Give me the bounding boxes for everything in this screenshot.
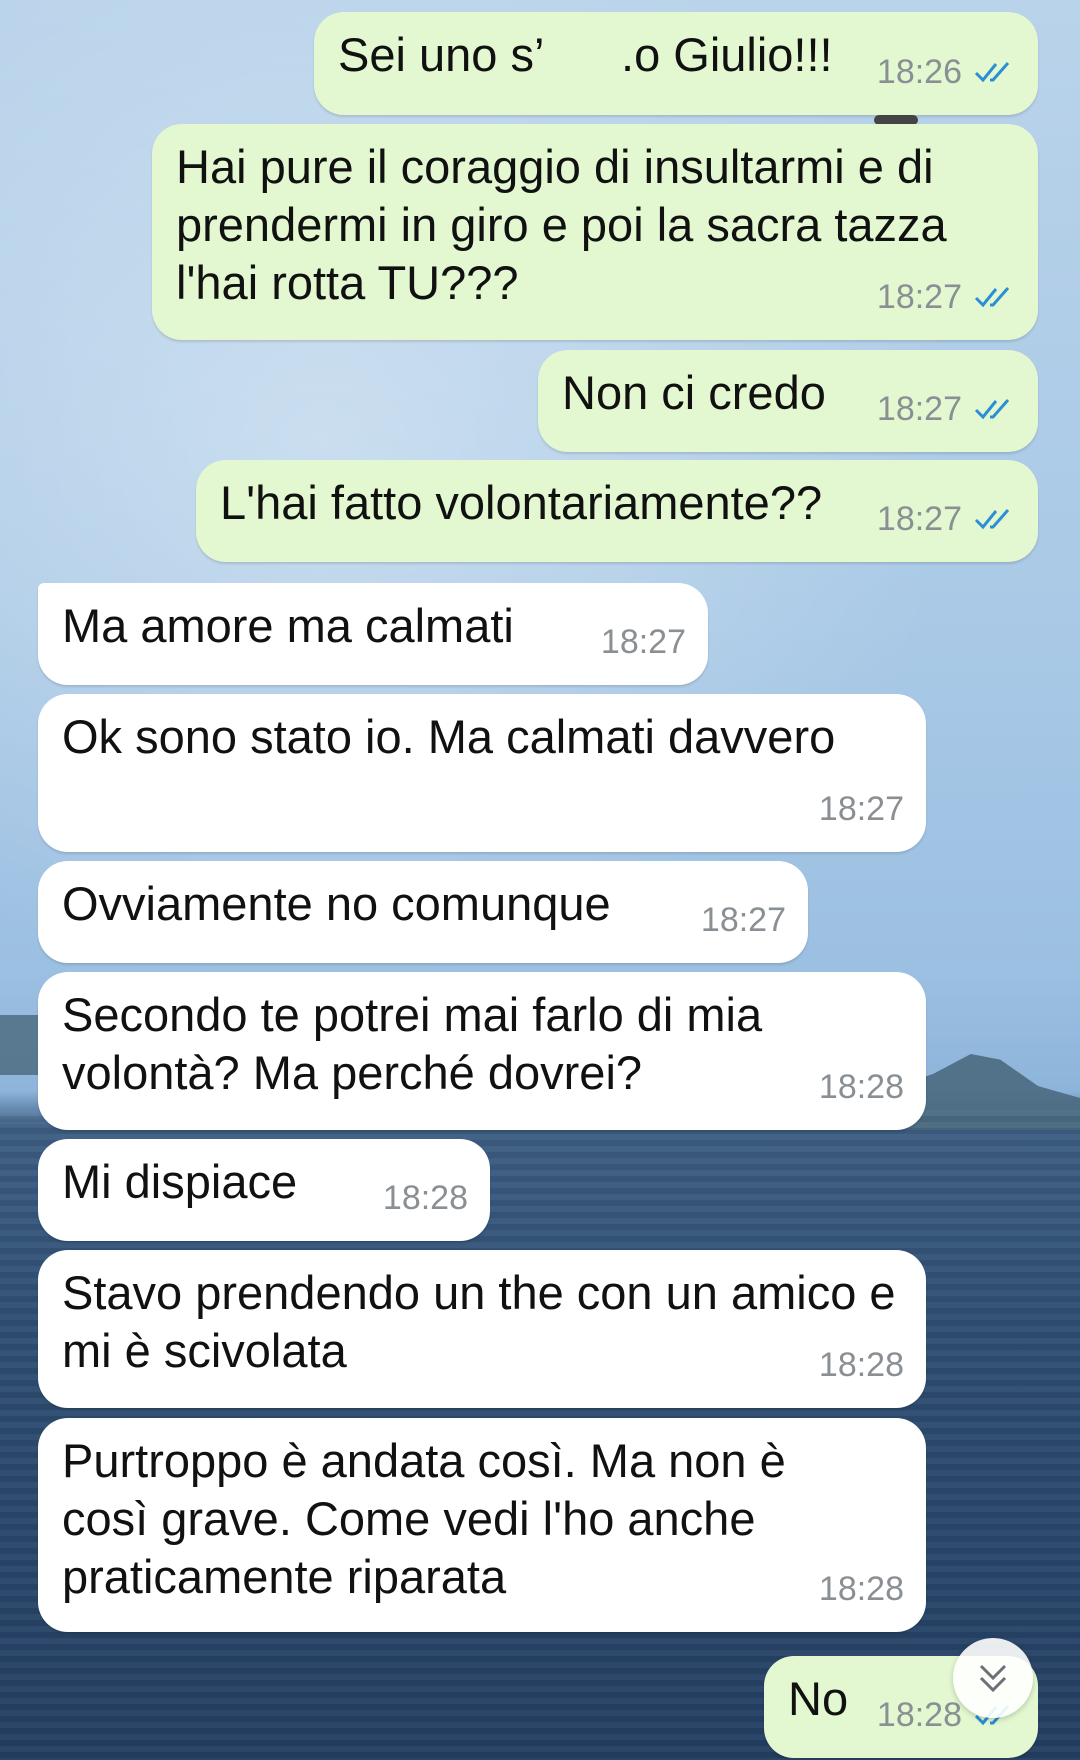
message-meta: 18:26 bbox=[877, 43, 1016, 101]
message-meta: 18:27 bbox=[819, 780, 904, 838]
message-time: 18:28 bbox=[818, 1346, 904, 1384]
message-text: Secondo te potrei mai farlo di mia volon… bbox=[62, 988, 776, 1099]
message-text: Stavo prendendo un the con un amico e mi… bbox=[62, 1266, 909, 1377]
read-double-check-icon bbox=[974, 399, 1010, 420]
incoming-message[interactable]: Ovviamente no comunque 18:27 bbox=[38, 861, 808, 963]
message-meta: 18:27 bbox=[877, 268, 1016, 326]
outgoing-message[interactable]: L'hai fatto volontariamente?? 18:27 bbox=[196, 460, 1038, 562]
message-time: 18:27 bbox=[818, 790, 904, 828]
message-time: 18:27 bbox=[876, 278, 962, 316]
message-meta: 18:27 bbox=[877, 380, 1016, 438]
scroll-to-bottom-button[interactable] bbox=[953, 1638, 1033, 1718]
message-time: 18:28 bbox=[382, 1179, 468, 1217]
incoming-message[interactable]: Ok sono stato io. Ma calmati davvero 18:… bbox=[38, 694, 926, 852]
incoming-message[interactable]: Mi dispiace 18:28 bbox=[38, 1139, 490, 1241]
message-meta: 18:27 bbox=[877, 490, 1016, 548]
message-meta: 18:28 bbox=[819, 1560, 904, 1618]
message-text: Ma amore ma calmati bbox=[62, 599, 514, 652]
incoming-message[interactable]: Ma amore ma calmati 18:27 bbox=[38, 583, 708, 685]
message-meta: 18:27 bbox=[701, 891, 786, 949]
incoming-message[interactable]: Purtroppo è andata così. Ma non è così g… bbox=[38, 1418, 926, 1632]
outgoing-message[interactable]: Non ci credo 18:27 bbox=[538, 350, 1038, 452]
message-time: 18:28 bbox=[818, 1068, 904, 1106]
message-time: 18:27 bbox=[700, 901, 786, 939]
message-meta: 18:28 bbox=[819, 1336, 904, 1394]
message-time: 18:27 bbox=[600, 623, 686, 661]
message-text: Purtroppo è andata così. Ma non è così g… bbox=[62, 1434, 799, 1603]
message-time: 18:27 bbox=[876, 500, 962, 538]
chat-message-list[interactable]: Sei uno s’ .o Giulio!!! 18:26 Hai pure i… bbox=[0, 0, 1080, 1760]
message-text: Ok sono stato io. Ma calmati davvero bbox=[62, 710, 836, 763]
message-time: 18:28 bbox=[876, 1696, 962, 1734]
incoming-message[interactable]: Secondo te potrei mai farlo di mia volon… bbox=[38, 972, 926, 1130]
outgoing-message[interactable]: Hai pure il coraggio di insultarmi e di … bbox=[152, 124, 1038, 340]
message-text: Ovviamente no comunque bbox=[62, 877, 611, 930]
read-double-check-icon bbox=[974, 509, 1010, 530]
message-meta: 18:27 bbox=[601, 613, 686, 671]
double-chevron-down-icon bbox=[979, 1664, 1007, 1693]
incoming-message[interactable]: Stavo prendendo un the con un amico e mi… bbox=[38, 1250, 926, 1408]
read-double-check-icon bbox=[974, 287, 1010, 308]
outgoing-message[interactable]: Sei uno s’ .o Giulio!!! 18:26 bbox=[314, 12, 1038, 125]
message-meta: 18:28 bbox=[819, 1058, 904, 1116]
message-time: 18:27 bbox=[876, 390, 962, 428]
message-meta: 18:28 bbox=[383, 1169, 468, 1227]
message-time: 18:26 bbox=[876, 53, 962, 91]
read-double-check-icon bbox=[974, 62, 1010, 83]
message-time: 18:28 bbox=[818, 1570, 904, 1608]
